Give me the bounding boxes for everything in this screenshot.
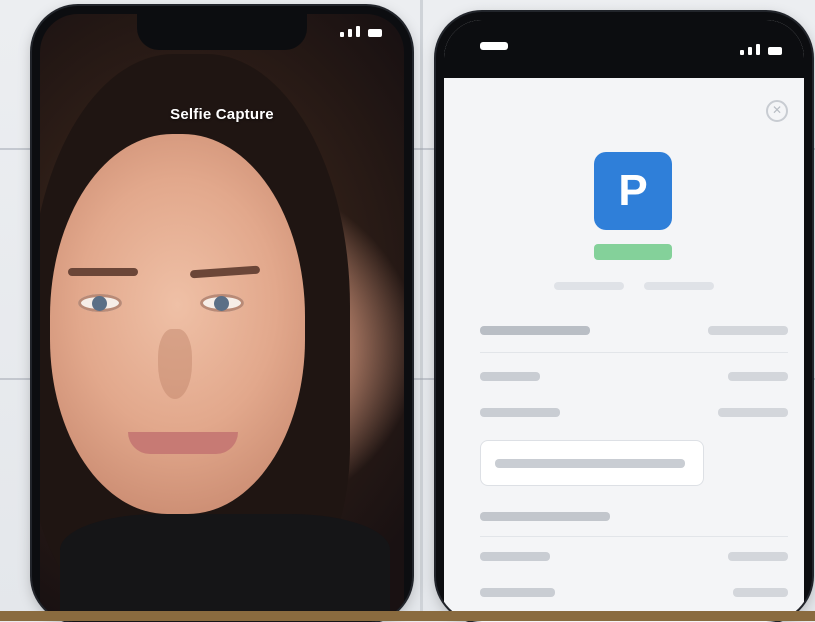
battery-icon [368, 29, 382, 37]
stage-floor [0, 611, 815, 621]
eye [200, 294, 244, 312]
signal-icon [740, 50, 744, 55]
divider [480, 352, 788, 353]
row-label [480, 551, 550, 561]
signal-icon [748, 47, 752, 55]
detail-row [480, 356, 788, 396]
row-label [480, 371, 540, 381]
row-value [728, 551, 788, 561]
eye [78, 294, 122, 312]
signal-icon [348, 29, 352, 37]
camera-title: Selfie Capture [170, 106, 274, 123]
meta-text [554, 282, 624, 290]
detail-row [480, 392, 788, 432]
verification-screen: ✕ P [444, 20, 804, 622]
brow [68, 268, 138, 276]
signal-icon [356, 26, 360, 37]
row-label [480, 587, 555, 597]
status-bar [444, 20, 804, 78]
field-label [495, 459, 685, 468]
detail-row [480, 536, 788, 576]
left-phone: Selfie Capture [32, 6, 412, 622]
clothing [60, 514, 390, 622]
nose [158, 329, 192, 399]
detail-row [480, 310, 788, 350]
meta-text [644, 282, 714, 290]
status-bar [340, 26, 382, 37]
brow [189, 265, 261, 279]
panel-seam [420, 0, 423, 621]
detail-row [480, 496, 788, 536]
row-value [718, 407, 788, 417]
info-field[interactable] [480, 440, 704, 486]
row-value [728, 371, 788, 381]
row-value [708, 325, 788, 335]
row-value [733, 587, 788, 597]
camera-viewfinder: Selfie Capture [40, 14, 404, 622]
battery-icon [768, 47, 782, 55]
mouth [128, 432, 238, 454]
app-logo: P [594, 152, 672, 230]
row-label [480, 407, 560, 417]
row-label [480, 511, 610, 521]
right-phone: ✕ P [436, 12, 812, 622]
time-indicator [480, 42, 508, 50]
phone-notch [137, 14, 307, 50]
signal-icon [756, 44, 760, 55]
status-badge [594, 244, 672, 260]
row-label [480, 325, 590, 335]
close-icon[interactable]: ✕ [766, 100, 788, 122]
captured-face [50, 134, 305, 514]
detail-row [480, 572, 788, 612]
status-icons [740, 44, 782, 55]
signal-icon [340, 32, 344, 37]
